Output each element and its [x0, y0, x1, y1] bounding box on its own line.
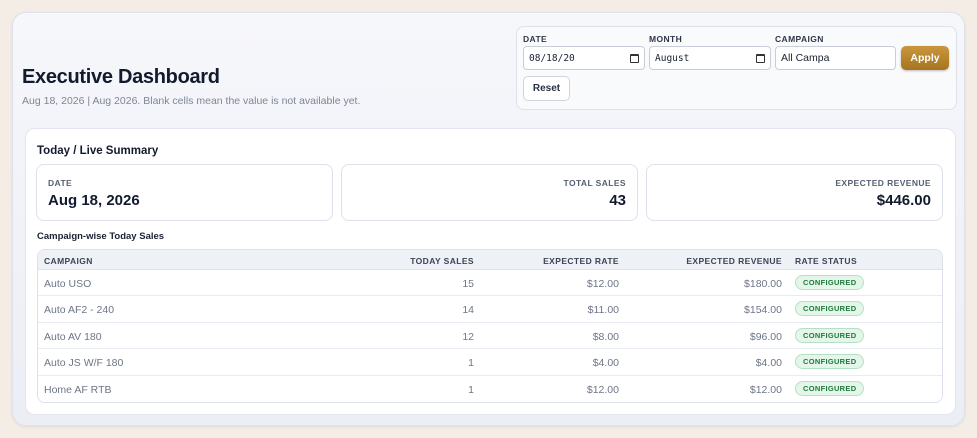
status-badge: CONFIGURED — [795, 327, 865, 343]
rate-cell: $12.00 — [586, 383, 619, 396]
revenue-cell: $96.00 — [749, 330, 782, 343]
revenue-cell: $180.00 — [744, 278, 782, 290]
rate-cell: $12.00 — [586, 278, 619, 290]
status-badge: CONFIGURED — [795, 380, 865, 396]
table-header: CAMPAIGN TODAY SALES EXPECTED RATE EXPEC… — [38, 250, 942, 270]
campaign-cell: Home AF RTB — [44, 383, 112, 396]
calendar-icon[interactable] — [756, 53, 765, 63]
col-today-sales: TODAY SALES — [410, 256, 474, 266]
filter-panel: DATE 08/18/20 MONTH August CAMPAIGN All … — [516, 26, 957, 110]
col-expected-revenue: EXPECTED REVENUE — [686, 256, 782, 266]
col-rate-status: RATE STATUS — [795, 256, 858, 266]
date-input-value: 08/18/20 — [529, 52, 575, 64]
total-sales-card: TOTAL SALES 43 — [341, 164, 638, 221]
table-row: Auto USO 15 $12.00 $180.00 CONFIGURED — [38, 270, 942, 297]
page-subtitle: Aug 18, 2026 | Aug 2026. Blank cells mea… — [22, 95, 361, 107]
campaign-sales-table: CAMPAIGN TODAY SALES EXPECTED RATE EXPEC… — [37, 249, 943, 403]
revenue-cell: $4.00 — [755, 357, 782, 370]
expected-revenue-value: $446.00 — [876, 192, 931, 209]
campaign-sales-title: Campaign-wise Today Sales — [37, 231, 165, 242]
reset-button[interactable]: Reset — [523, 76, 570, 101]
campaign-filter-label: CAMPAIGN — [775, 34, 824, 44]
campaign-cell: Auto AF2 - 240 — [44, 304, 115, 317]
month-filter-label: MONTH — [649, 34, 683, 44]
live-summary-panel: Today / Live Summary DATE Aug 18, 2026 T… — [25, 128, 956, 415]
sales-cell: 14 — [462, 304, 474, 317]
campaign-cell: Auto AV 180 — [44, 330, 102, 343]
sales-cell: 1 — [468, 357, 474, 370]
col-expected-rate: EXPECTED RATE — [543, 256, 619, 266]
table-row: Auto JS W/F 180 1 $4.00 $4.00 CONFIGURED — [38, 349, 942, 376]
apply-button[interactable]: Apply — [901, 46, 949, 70]
col-campaign: CAMPAIGN — [44, 256, 93, 266]
sales-cell: 1 — [468, 383, 474, 396]
total-sales-label: TOTAL SALES — [563, 178, 626, 188]
rate-cell: $11.00 — [587, 304, 619, 317]
rate-cell: $4.00 — [592, 357, 619, 370]
expected-revenue-label: EXPECTED REVENUE — [835, 178, 931, 188]
summary-section-title: Today / Live Summary — [37, 145, 159, 157]
date-card: DATE Aug 18, 2026 — [36, 164, 333, 221]
month-input-value: August — [655, 52, 690, 64]
campaign-select-value: All Campa — [781, 52, 830, 64]
total-sales-value: 43 — [609, 192, 626, 209]
revenue-cell: $154.00 — [744, 304, 782, 317]
month-input[interactable]: August — [649, 46, 771, 70]
status-badge: CONFIGURED — [795, 275, 865, 290]
table-row: Auto AV 180 12 $8.00 $96.00 CONFIGURED — [38, 323, 942, 350]
campaign-cell: Auto USO — [44, 278, 92, 290]
page-title: Executive Dashboard — [22, 66, 220, 88]
campaign-cell: Auto JS W/F 180 — [44, 357, 124, 370]
date-card-value: Aug 18, 2026 — [48, 192, 140, 209]
date-input[interactable]: 08/18/20 — [523, 46, 645, 70]
revenue-cell: $12.00 — [749, 383, 782, 396]
table-row: Home AF RTB 1 $12.00 $12.00 CONFIGURED — [38, 376, 942, 402]
sales-cell: 12 — [462, 330, 474, 343]
date-filter-label: DATE — [523, 34, 548, 44]
status-badge: CONFIGURED — [795, 301, 865, 317]
calendar-icon[interactable] — [630, 53, 639, 63]
campaign-select[interactable]: All Campa — [775, 46, 896, 70]
date-card-label: DATE — [48, 178, 73, 188]
sales-cell: 15 — [462, 278, 474, 290]
status-badge: CONFIGURED — [795, 354, 865, 370]
table-row: Auto AF2 - 240 14 $11.00 $154.00 CONFIGU… — [38, 296, 942, 323]
expected-revenue-card: EXPECTED REVENUE $446.00 — [646, 164, 943, 221]
rate-cell: $8.00 — [592, 330, 619, 343]
